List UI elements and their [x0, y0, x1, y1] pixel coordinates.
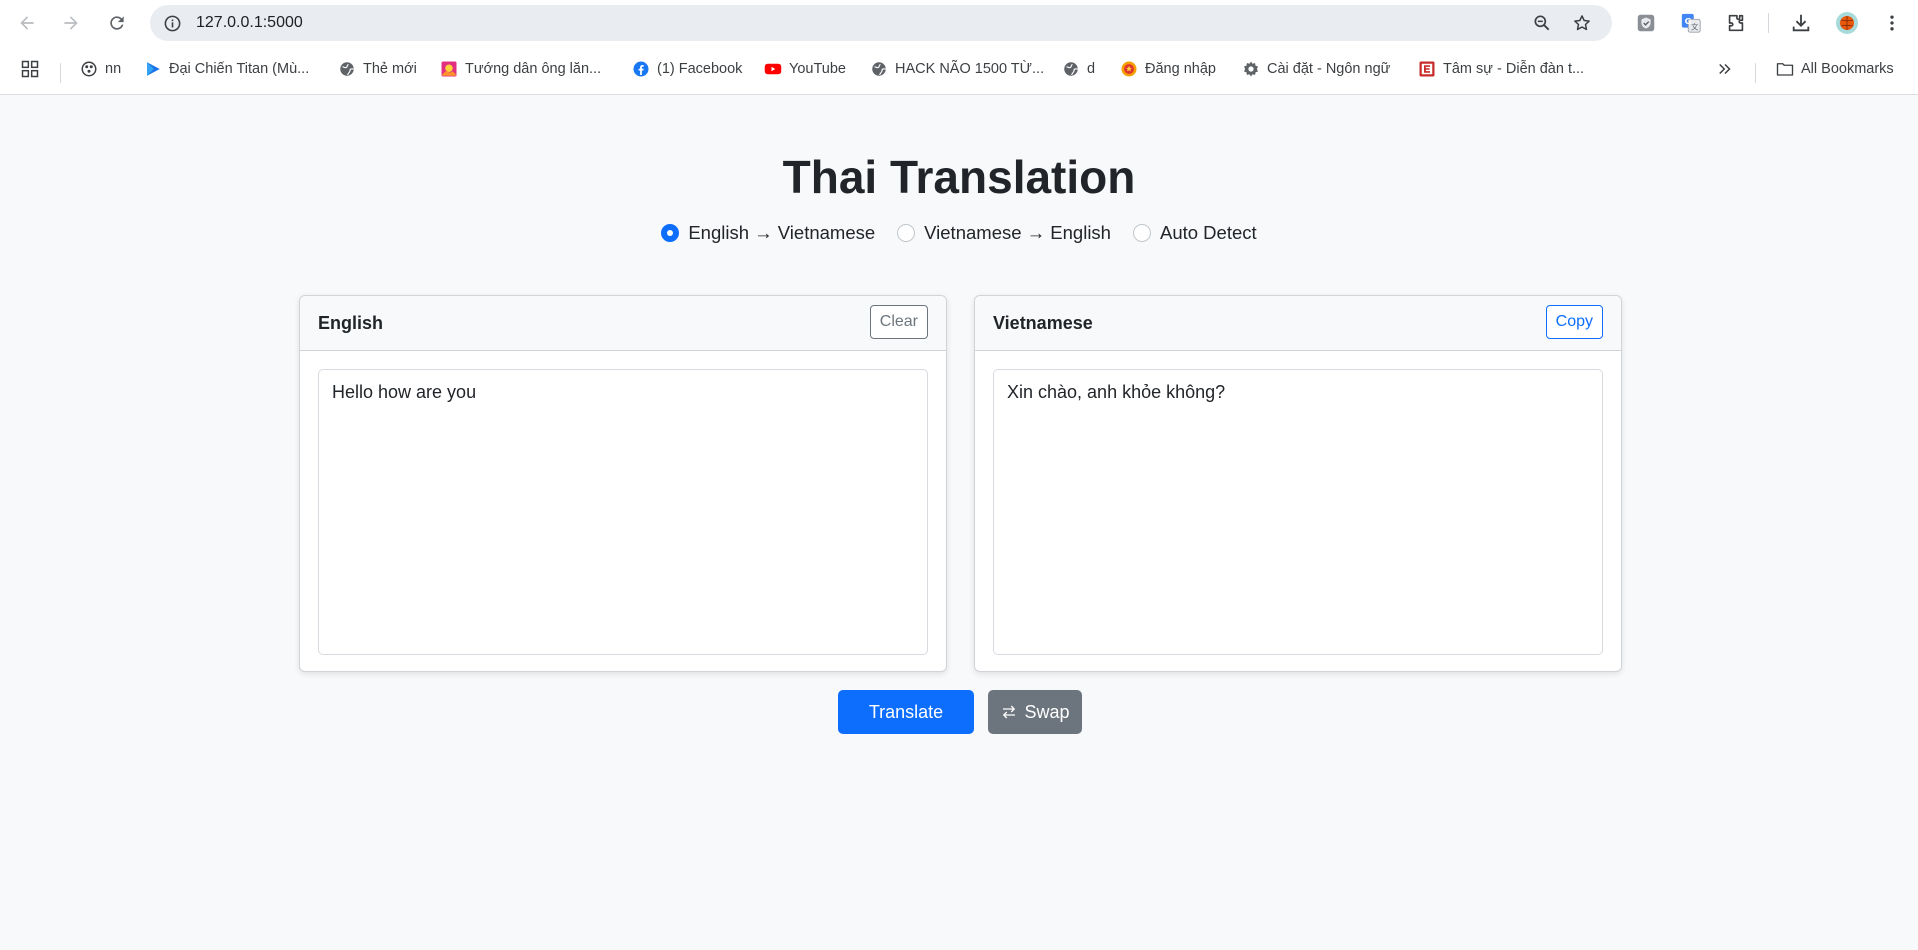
translate-button[interactable]: Translate: [838, 690, 974, 734]
bookmark-label: Đăng nhập: [1145, 61, 1216, 77]
mode-en-to-vi-label: English → Vietnamese: [688, 222, 876, 243]
downloads-icon[interactable]: [1786, 8, 1816, 38]
globe-icon: [870, 60, 888, 78]
more-bookmarks-chevron-icon[interactable]: [1716, 56, 1734, 82]
bookmark-label: Thẻ mới: [363, 61, 417, 77]
profile-avatar[interactable]: [1832, 8, 1862, 38]
swap-label: Swap: [1024, 701, 1070, 722]
folder-icon: [1776, 60, 1794, 78]
bookmark-item[interactable]: Đại Chiến Titan (Mù...: [144, 56, 309, 82]
mode-en-to-vi-radio[interactable]: [661, 224, 680, 242]
browser-chrome: 127.0.0.1:5000 G文 nn Đại Chiến Titan (Mù…: [0, 0, 1918, 95]
toolbar-divider: [1768, 13, 1769, 33]
globe-icon: [338, 60, 356, 78]
mode-vi-to-en[interactable]: Vietnamese → English: [897, 222, 1111, 244]
target-card-header: Vietnamese Copy: [975, 296, 1621, 351]
forward-button[interactable]: [56, 8, 86, 38]
bookmark-item[interactable]: Tâm sự - Diễn đàn t...: [1418, 56, 1584, 82]
bookmarks-divider: [60, 63, 61, 83]
bookmark-label: (1) Facebook: [657, 61, 743, 77]
address-bar[interactable]: 127.0.0.1:5000: [150, 5, 1612, 41]
apps-grid-icon[interactable]: [20, 56, 40, 82]
bookmark-label: Cài đặt - Ngôn ngữ: [1267, 61, 1391, 77]
emblem-icon: [1120, 60, 1138, 78]
gear-icon: [1242, 60, 1260, 78]
target-card: Vietnamese Copy Xin chào, anh khỏe không…: [974, 295, 1622, 672]
target-text-output[interactable]: Xin chào, anh khỏe không?: [993, 369, 1603, 655]
bookmarks-bar: nn Đại Chiến Titan (Mù... Thẻ mới Tướng …: [0, 52, 1918, 86]
bookmark-label: Tướng dân ông lăn...: [465, 61, 602, 77]
site-info-icon[interactable]: [160, 11, 184, 35]
shield-extension-icon[interactable]: [1631, 8, 1661, 38]
zoom-icon[interactable]: [1530, 11, 1554, 35]
bookmark-item[interactable]: Đăng nhập: [1120, 56, 1216, 82]
forum-e-icon: [1418, 60, 1436, 78]
play-triangle-icon: [144, 60, 162, 78]
mode-en-to-vi[interactable]: English → Vietnamese: [661, 222, 875, 244]
mode-auto-detect[interactable]: Auto Detect: [1132, 222, 1257, 244]
bookmarks-divider: [1755, 63, 1756, 83]
youtube-icon: [764, 60, 782, 78]
bookmark-label: YouTube: [789, 61, 846, 77]
bookmark-label: Đại Chiến Titan (Mù...: [169, 61, 310, 77]
mode-auto-detect-radio[interactable]: [1132, 224, 1151, 242]
mode-vi-to-en-radio[interactable]: [897, 224, 916, 242]
all-bookmarks-button[interactable]: All Bookmarks: [1776, 56, 1894, 82]
source-card-header: English Clear: [300, 296, 946, 351]
reload-icon: [110, 16, 124, 30]
more-menu-icon[interactable]: [1877, 8, 1907, 38]
browser-toolbar: 127.0.0.1:5000 G文: [0, 0, 1918, 46]
target-language-title: Vietnamese: [993, 313, 1093, 333]
bookmark-item[interactable]: d: [1062, 56, 1095, 82]
sun-image-icon: [440, 60, 458, 78]
bookmark-item[interactable]: YouTube: [764, 56, 846, 82]
bookmark-label: HACK NÃO 1500 TỪ...: [895, 61, 1045, 77]
arrow-left-icon: [20, 16, 34, 30]
bookmark-star-icon[interactable]: [1570, 11, 1594, 35]
bookmark-item[interactable]: Thẻ mới: [338, 56, 417, 82]
reload-button[interactable]: [102, 8, 132, 38]
bookmark-item[interactable]: (1) Facebook: [632, 56, 742, 82]
extensions-puzzle-icon[interactable]: [1721, 8, 1751, 38]
action-buttons: Translate Swap: [838, 690, 1082, 734]
mode-vi-to-en-label: Vietnamese → English: [924, 222, 1111, 243]
bookmark-item[interactable]: HACK NÃO 1500 TỪ...: [870, 56, 1044, 82]
back-button[interactable]: [12, 8, 42, 38]
mode-auto-detect-label: Auto Detect: [1159, 222, 1257, 243]
copy-button[interactable]: Copy: [1545, 305, 1603, 339]
clear-button[interactable]: Clear: [869, 305, 928, 339]
film-reel-icon: [80, 60, 98, 78]
swap-arrows-icon: [1003, 705, 1016, 719]
google-translate-icon[interactable]: G文: [1676, 8, 1706, 38]
facebook-icon: [632, 60, 650, 78]
bookmark-item[interactable]: Cài đặt - Ngôn ngữ: [1242, 56, 1390, 82]
bookmark-item[interactable]: Tướng dân ông lăn...: [440, 56, 601, 82]
source-text-input[interactable]: Hello how are you: [318, 369, 928, 655]
source-card: English Clear Hello how are you: [299, 295, 947, 672]
bookmark-label: nn: [105, 61, 122, 77]
page-title: Thai Translation: [782, 151, 1136, 203]
globe-icon: [1062, 60, 1080, 78]
bookmark-label: d: [1087, 61, 1096, 77]
all-bookmarks-label: All Bookmarks: [1801, 61, 1894, 77]
url-text[interactable]: 127.0.0.1:5000: [196, 14, 303, 32]
arrow-right-icon: [64, 16, 78, 30]
svg-text:文: 文: [1691, 22, 1699, 31]
swap-button[interactable]: Swap: [988, 690, 1082, 734]
bookmark-item[interactable]: nn: [80, 56, 121, 82]
translation-mode-group: English → Vietnamese Vietnamese → Englis…: [0, 222, 1918, 244]
bookmark-label: Tâm sự - Diễn đàn t...: [1443, 61, 1585, 77]
source-language-title: English: [318, 313, 384, 333]
